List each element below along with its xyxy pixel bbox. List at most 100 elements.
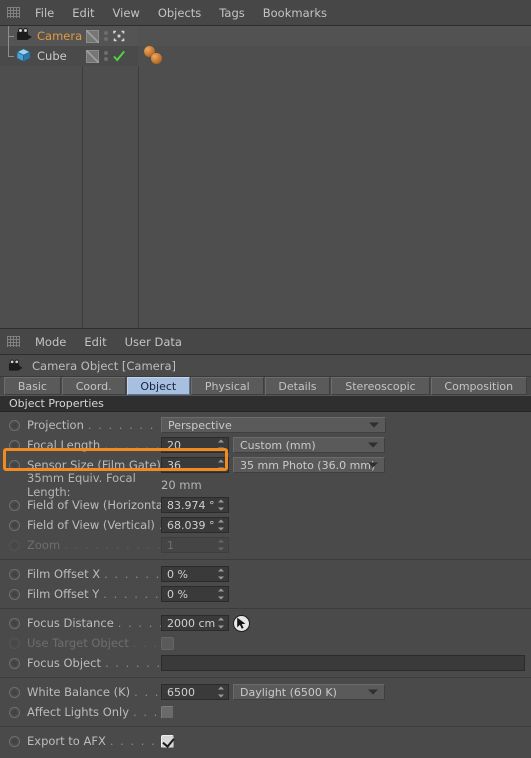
section-divider [0,726,531,727]
row-focus-distance[interactable]: Focus Distance . . . . . . . . . 2000 cm [0,613,531,633]
stepper-arrows-icon[interactable] [217,588,224,600]
tab-basic[interactable]: Basic [4,377,61,395]
chevron-down-icon [368,689,378,695]
object-name-cell[interactable]: Camera [0,26,82,46]
object-extra-cell[interactable] [138,46,531,66]
row-film-offset-x[interactable]: Film Offset X . . . . . . . . . . 0 % [0,564,531,584]
row-film-offset-y[interactable]: Film Offset Y . . . . . . . . . . 0 % [0,584,531,604]
fov-vertical-keyframe-radio[interactable] [9,519,20,531]
material-swatch-icon[interactable] [86,49,99,63]
white-balance-input[interactable]: 6500 [161,684,229,700]
sensor-size-input[interactable]: 36 [161,457,229,473]
fov-horizontal-keyframe-radio[interactable] [9,499,20,511]
tab-coord[interactable]: Coord. [61,377,126,395]
row-white-balance[interactable]: White Balance (K) . . . . . . 6500 Dayli… [0,682,531,702]
eyedropper-cursor-icon[interactable] [233,614,250,632]
export-to-afx-keyframe-radio[interactable] [9,735,20,747]
tab-object[interactable]: Object [126,377,191,395]
tree-connector [0,46,16,66]
film-offset-y-keyframe-radio[interactable] [9,588,20,600]
object-tag-cell[interactable] [82,46,138,66]
menu-item-mode[interactable]: Mode [26,332,75,352]
menu-item-edit[interactable]: Edit [63,3,103,23]
export-to-afx-checkbox[interactable] [161,734,174,748]
row-fov-vertical[interactable]: Field of View (Vertical) . . 68.039 ° [0,515,531,535]
menu-item-edit[interactable]: Edit [75,332,115,352]
row-focus-object[interactable]: Focus Object . . . . . . . . . . [0,653,531,673]
affect-lights-only-checkbox[interactable] [161,705,174,719]
object-row-cube[interactable]: Cube [0,46,531,66]
row-focal-length[interactable]: Focal Length . . . . . . . . . . 20 Cust… [0,435,531,455]
section-divider [0,559,531,560]
material-swatch-icon[interactable] [86,29,99,43]
film-offset-x-input[interactable]: 0 % [161,566,229,582]
affect-lights-only-keyframe-radio[interactable] [9,706,20,718]
menu-item-user-data[interactable]: User Data [116,332,191,352]
film-offset-y-input[interactable]: 0 % [161,586,229,602]
row-fov-horizontal[interactable]: Field of View (Horizontal) 83.974 ° [0,495,531,515]
row-equiv-focal-length: 35mm Equiv. Focal Length: 20 mm [0,471,531,499]
stepper-arrows-icon[interactable] [217,519,224,531]
label-use-target-object: Use Target Object . . . . . [27,636,161,650]
object-name-cell[interactable]: Cube [0,46,82,66]
focus-distance-keyframe-radio[interactable] [9,617,20,629]
menu-item-bookmarks[interactable]: Bookmarks [254,3,336,23]
projection-dropdown[interactable]: Perspective [161,417,386,433]
fov-vertical-input[interactable]: 68.039 ° [161,517,229,533]
expand-target-icon[interactable] [112,29,126,43]
fov-horizontal-input[interactable]: 83.974 ° [161,497,229,513]
camera-icon [16,28,34,44]
stepper-arrows-icon[interactable] [217,686,224,698]
grip-dots-icon[interactable] [7,7,20,18]
focus-object-input[interactable] [161,655,525,671]
row-zoom: Zoom . . . . . . . . . . . . . . . 1 [0,535,531,555]
tag-dots-icon[interactable] [102,31,109,41]
section-divider [0,677,531,678]
stepper-arrows-icon[interactable] [217,439,224,451]
row-projection[interactable]: Projection . . . . . . . . . . . . Persp… [0,415,531,435]
projection-keyframe-radio[interactable] [9,419,20,431]
object-list: Camera Cube [0,26,531,66]
zoom-input: 1 [161,537,229,553]
value-equiv-focal-length: 20 mm [161,478,202,492]
object-manager[interactable]: Camera Cube [0,26,531,329]
object-label: Camera [37,29,83,43]
focal-length-input[interactable]: 20 [161,437,229,453]
row-affect-lights-only[interactable]: Affect Lights Only . . . . . . [0,702,531,722]
film-offset-x-keyframe-radio[interactable] [9,568,20,580]
chevron-down-icon [369,422,379,428]
focus-distance-input[interactable]: 2000 cm [161,615,229,631]
label-affect-lights-only: Affect Lights Only . . . . . . [27,705,161,719]
tag-dots-icon[interactable] [102,51,109,61]
menu-item-view[interactable]: View [104,3,149,23]
grip-dots-icon[interactable] [7,336,20,347]
zoom-keyframe-radio [9,539,20,551]
object-row-camera[interactable]: Camera [0,26,531,46]
material-sphere-icon[interactable] [151,53,162,64]
object-tag-cell[interactable] [82,26,138,46]
menu-item-file[interactable]: File [26,3,63,23]
focal-length-keyframe-radio[interactable] [9,439,20,451]
tab-physical[interactable]: Physical [191,377,264,395]
tab-details[interactable]: Details [264,377,331,395]
tab-stereoscopic[interactable]: Stereoscopic [331,377,430,395]
focal-length-preset-dropdown[interactable]: Custom (mm) [233,437,385,453]
tab-composition[interactable]: Composition [430,377,527,395]
column-divider [82,26,83,328]
menu-item-objects[interactable]: Objects [149,3,210,23]
stepper-arrows-icon[interactable] [217,499,224,511]
green-check-icon[interactable] [112,49,126,63]
stepper-arrows-icon[interactable] [217,617,224,629]
object-extra-cell [138,26,531,46]
sensor-size-keyframe-radio[interactable] [9,459,20,471]
white-balance-preset-dropdown[interactable]: Daylight (6500 K) [233,684,385,700]
stepper-arrows-icon[interactable] [217,568,224,580]
row-export-to-afx[interactable]: Export to AFX . . . . . . . . . [0,731,531,751]
menu-item-tags[interactable]: Tags [210,3,253,23]
label-fov-vertical: Field of View (Vertical) . . [27,518,161,532]
focus-object-keyframe-radio[interactable] [9,657,20,669]
stepper-arrows-icon[interactable] [217,459,224,471]
white-balance-keyframe-radio[interactable] [9,686,20,698]
sensor-size-preset-dropdown[interactable]: 35 mm Photo (36.0 mm) [233,457,385,473]
label-fov-horizontal: Field of View (Horizontal) [27,498,161,512]
